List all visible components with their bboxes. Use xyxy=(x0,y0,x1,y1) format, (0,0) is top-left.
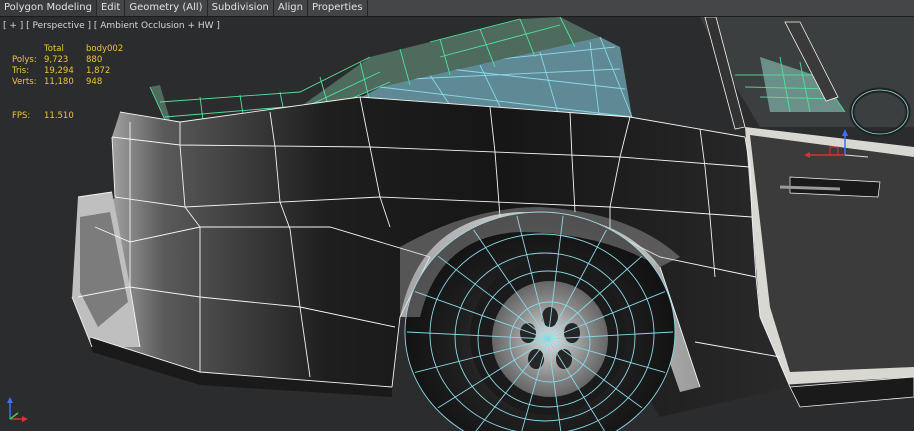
stats-header-selected: body002 xyxy=(86,44,124,54)
stats-selected: 880 xyxy=(86,55,103,65)
stats-label: Verts: xyxy=(12,77,37,87)
tab-polygon-modeling[interactable]: Polygon Modeling xyxy=(0,0,97,16)
ribbon-tab-bar: Polygon Modeling Edit Geometry (All) Sub… xyxy=(0,0,914,17)
stats-header-total: Total xyxy=(44,44,64,54)
object-transform-gizmo-icon xyxy=(804,129,869,158)
stats-label: Polys: xyxy=(12,55,37,65)
viewport-label[interactable]: [ + ] [ Perspective ] [ Ambient Occlusio… xyxy=(3,21,220,31)
stats-total: 19,294 xyxy=(44,66,74,76)
fps-label: FPS: xyxy=(12,111,31,121)
perspective-viewport[interactable]: [ + ] [ Perspective ] [ Ambient Occlusio… xyxy=(0,17,914,431)
stats-total: 9,723 xyxy=(44,55,69,65)
tab-edit[interactable]: Edit xyxy=(97,0,126,16)
world-axis-gizmo-icon xyxy=(7,397,28,422)
car-model-render xyxy=(0,17,914,431)
stats-total: 11,180 xyxy=(44,77,74,87)
tab-properties[interactable]: Properties xyxy=(308,0,368,16)
tab-geometry-all[interactable]: Geometry (All) xyxy=(125,0,208,16)
tab-align[interactable]: Align xyxy=(274,0,308,16)
stats-selected: 1,872 xyxy=(86,66,111,76)
stats-selected: 948 xyxy=(86,77,103,87)
tab-subdivision[interactable]: Subdivision xyxy=(208,0,274,16)
fps-value: 11.510 xyxy=(44,111,74,121)
stats-label: Tris: xyxy=(12,66,30,76)
